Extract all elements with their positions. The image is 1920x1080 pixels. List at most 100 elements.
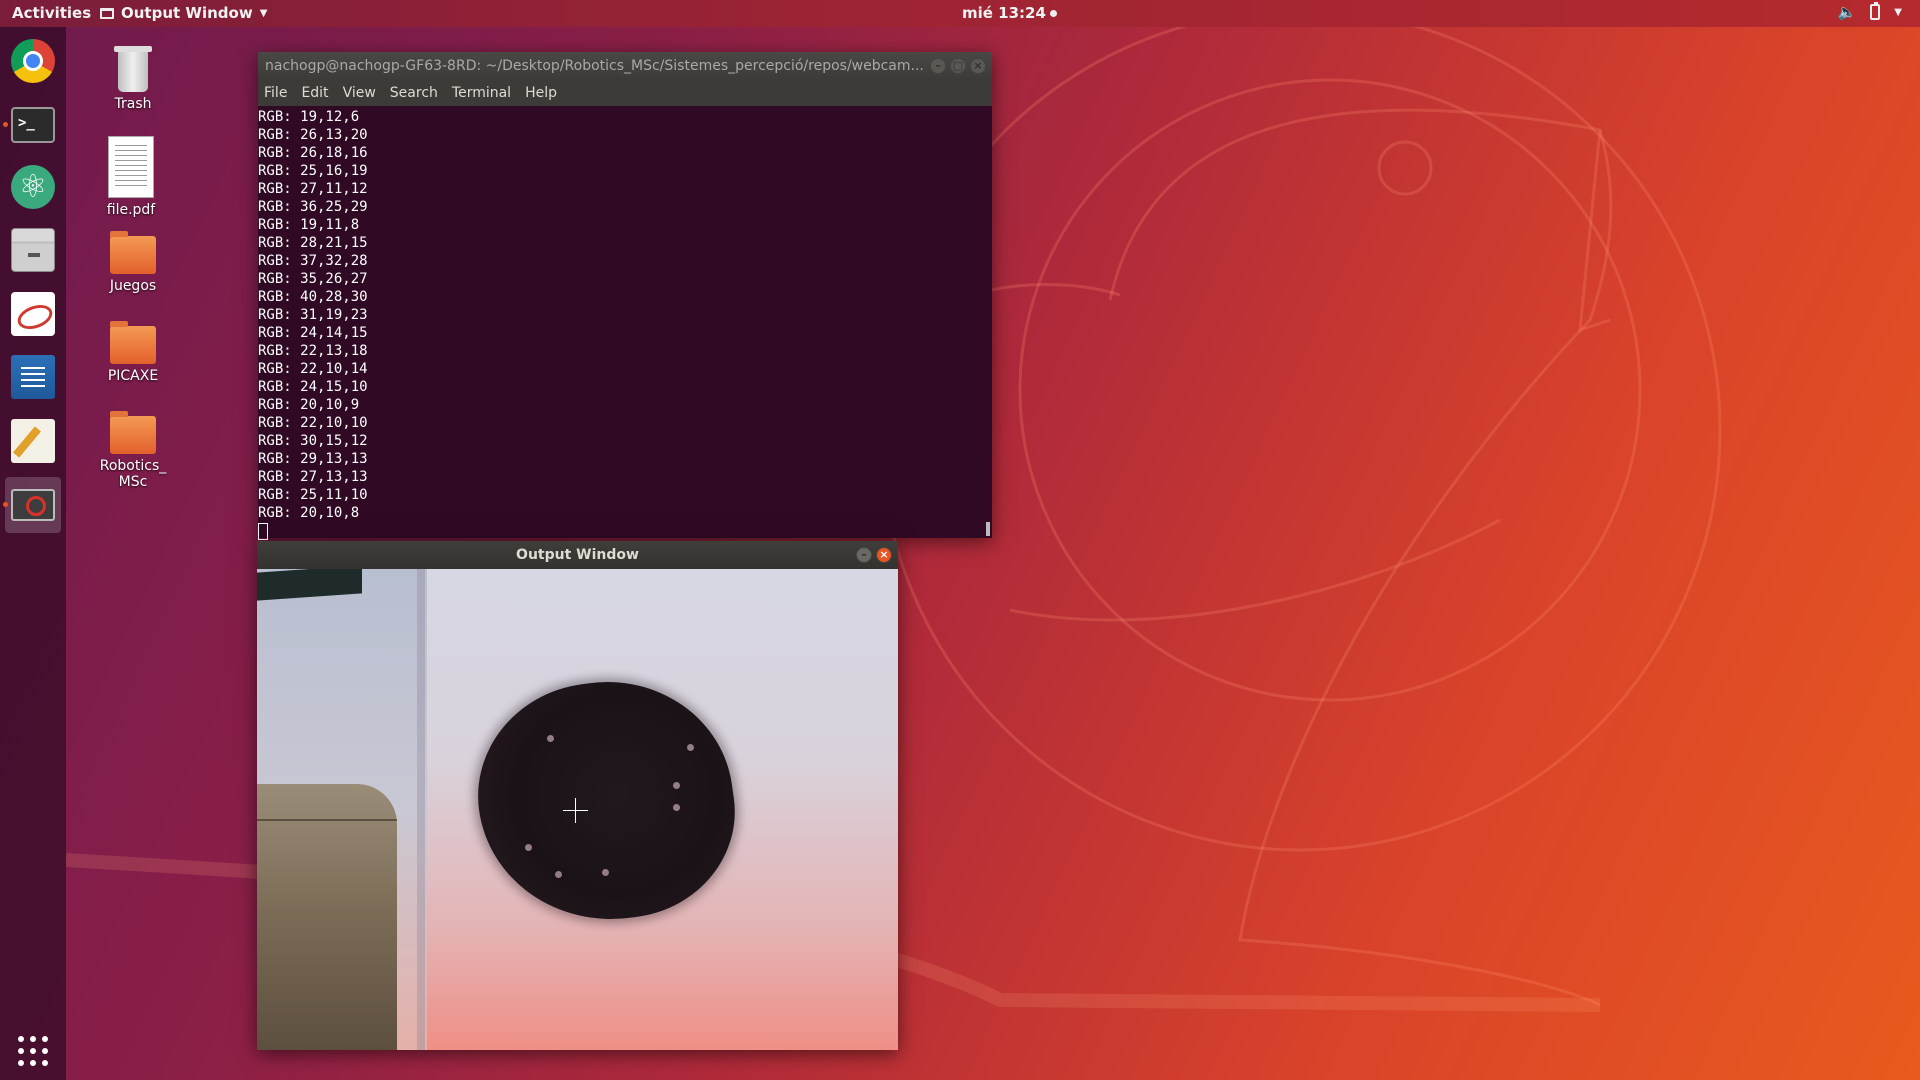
files-icon (11, 228, 55, 272)
running-indicator (3, 122, 8, 127)
battery-icon[interactable] (1870, 2, 1881, 20)
maximize-button[interactable]: □ (950, 58, 966, 74)
window-controls: – □ × (930, 58, 986, 74)
folder-icon (110, 321, 156, 364)
terminal-scrollbar[interactable] (986, 522, 990, 536)
object-highlight (525, 844, 532, 851)
desktop-icon-label: Juegos (109, 278, 157, 294)
menu-edit[interactable]: Edit (301, 85, 328, 101)
object-highlight (673, 782, 680, 789)
clock-label: mié 13:24 (962, 4, 1046, 22)
menu-terminal[interactable]: Terminal (452, 85, 511, 101)
clock[interactable]: mié 13:24 (962, 4, 1057, 22)
writer-icon (11, 355, 55, 399)
desktop-icon-trash[interactable]: Trash (88, 46, 178, 112)
terminal-line: RGB: 22,10,14 (258, 361, 368, 377)
terminal-line: RGB: 25,16,19 (258, 163, 368, 179)
running-indicator (3, 502, 8, 507)
object-highlight (555, 871, 562, 878)
terminal-line: RGB: 36,25,29 (258, 199, 368, 215)
terminal-line: RGB: 27,11,12 (258, 181, 368, 197)
object-highlight (547, 735, 554, 742)
window-controls: – × (856, 547, 892, 563)
atom-icon (11, 165, 55, 209)
pdf-file-icon (108, 136, 154, 198)
camera-frame[interactable] (257, 569, 898, 1050)
terminal-icon: >_ (11, 107, 55, 143)
terminal-line: RGB: 26,18,16 (258, 145, 368, 161)
close-button[interactable]: × (876, 547, 892, 563)
dock-item-output-window[interactable] (3, 477, 61, 533)
app-menu[interactable]: Output Window ▼ (100, 4, 267, 22)
dock-item-document-viewer[interactable] (5, 286, 61, 342)
terminal-line: RGB: 22,13,18 (258, 343, 368, 359)
terminal-titlebar[interactable]: nachogp@nachogp-GF63-8RD: ~/Desktop/Robo… (258, 52, 992, 80)
dock-item-files[interactable] (5, 222, 61, 278)
camera-app-icon (11, 489, 55, 521)
show-applications-icon[interactable] (18, 1036, 48, 1066)
camera-wall-edge (417, 569, 425, 1050)
output-window[interactable]: Output Window – × (257, 541, 898, 1050)
terminal-line: RGB: 29,13,13 (258, 451, 368, 467)
desktop-icon-juegos[interactable]: Juegos (88, 228, 178, 294)
dock-item-terminal[interactable]: >_ (3, 97, 61, 153)
object-highlight (687, 744, 694, 751)
minimize-button[interactable]: – (856, 547, 872, 563)
evince-icon (11, 292, 55, 336)
desktop-icon-picaxe[interactable]: PICAXE (88, 318, 178, 384)
menu-view[interactable]: View (343, 85, 376, 101)
window-icon (100, 7, 114, 19)
menu-search[interactable]: Search (390, 85, 438, 101)
object-highlight (673, 804, 680, 811)
terminal-line: RGB: 24,15,10 (258, 379, 368, 395)
trash-icon (114, 46, 152, 92)
output-window-titlebar[interactable]: Output Window – × (257, 541, 898, 569)
dock-item-atom[interactable] (5, 159, 61, 215)
terminal-line: RGB: 20,10,8 (258, 505, 360, 521)
terminal-line: RGB: 22,10,10 (258, 415, 368, 431)
app-menu-label: Output Window (121, 4, 253, 22)
text-editor-icon (11, 419, 55, 463)
terminal-line: RGB: 27,13,13 (258, 469, 368, 485)
dock-item-text-editor[interactable] (5, 413, 61, 469)
desktop-icon-file-pdf[interactable]: file.pdf (86, 136, 176, 218)
terminal-line: RGB: 26,13,20 (258, 127, 368, 143)
close-button[interactable]: × (970, 58, 986, 74)
terminal-line: RGB: 25,11,10 (258, 487, 368, 503)
terminal-title: nachogp@nachogp-GF63-8RD: ~/Desktop/Robo… (265, 58, 924, 74)
camera-couch-seam (257, 819, 397, 821)
activities-button[interactable]: Activities (12, 4, 91, 22)
volume-icon[interactable]: 🔈 (1838, 3, 1857, 21)
terminal-menubar: File Edit View Search Terminal Help (258, 80, 992, 106)
desktop-icon-label: file.pdf (106, 202, 156, 218)
terminal-window[interactable]: nachogp@nachogp-GF63-8RD: ~/Desktop/Robo… (258, 52, 992, 540)
camera-dark-object (463, 665, 749, 937)
terminal-line: RGB: 31,19,23 (258, 307, 368, 323)
terminal-cursor (258, 522, 268, 540)
terminal-line: RGB: 20,10,9 (258, 397, 360, 413)
terminal-line: RGB: 37,32,28 (258, 253, 368, 269)
terminal-line: RGB: 24,14,15 (258, 325, 368, 341)
output-window-title: Output Window (516, 547, 639, 563)
terminal-line: RGB: 35,26,27 (258, 271, 368, 287)
minimize-button[interactable]: – (930, 58, 946, 74)
terminal-line: RGB: 30,15,12 (258, 433, 368, 449)
chevron-down-icon[interactable]: ▼ (1894, 7, 1902, 18)
notification-dot-icon (1049, 9, 1057, 17)
chrome-icon (11, 39, 55, 83)
top-bar: Activities Output Window ▼ mié 13:24 🔈 ▼ (0, 0, 1920, 27)
terminal-line: RGB: 19,11,8 (258, 217, 360, 233)
menu-help[interactable]: Help (525, 85, 557, 101)
dock-item-chrome[interactable] (5, 33, 61, 89)
desktop-icon-robotics-msc[interactable]: Robotics_ MSc (88, 408, 178, 490)
folder-icon (110, 231, 156, 274)
desktop-icon-label: Robotics_ MSc (99, 458, 167, 490)
system-tray[interactable]: 🔈 ▼ (1838, 2, 1902, 21)
camera-couch-region (257, 784, 397, 1050)
menu-file[interactable]: File (264, 85, 287, 101)
terminal-line: RGB: 19,12,6 (258, 109, 360, 125)
dock-item-writer[interactable] (5, 349, 61, 405)
terminal-line: RGB: 40,28,30 (258, 289, 368, 305)
terminal-output[interactable]: RGB: 19,12,6 RGB: 26,13,20 RGB: 26,18,16… (258, 106, 992, 540)
caret-down-icon: ▼ (259, 7, 268, 19)
